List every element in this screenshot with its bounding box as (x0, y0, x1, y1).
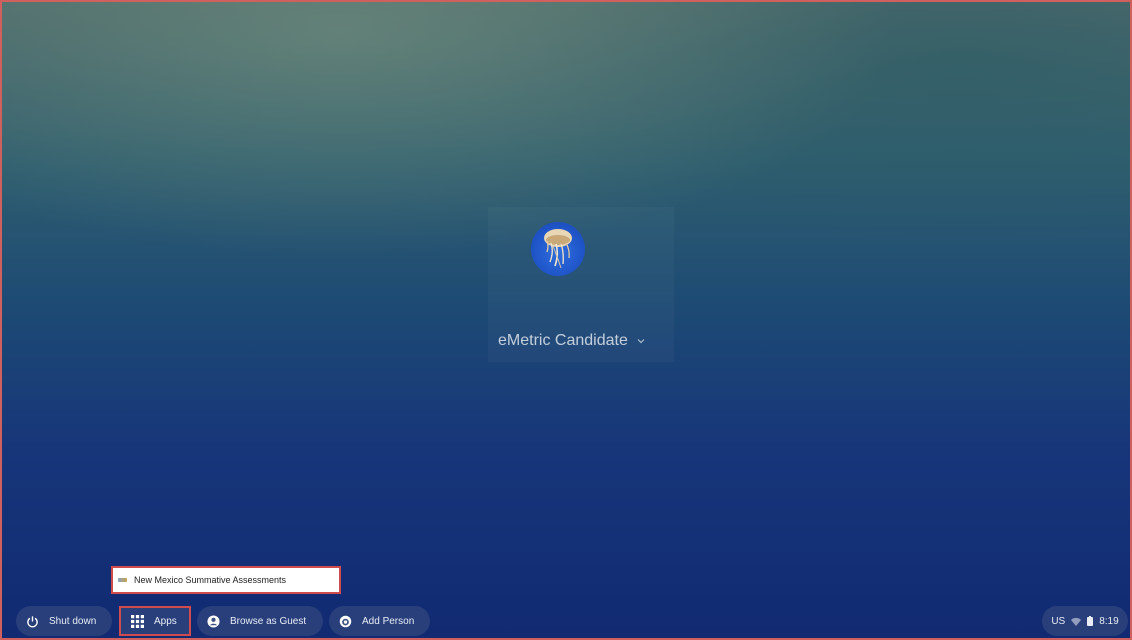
wifi-icon (1071, 617, 1082, 626)
login-screen: eMetric Candidate New Mexico Summative A… (0, 0, 1132, 640)
browse-as-guest-button[interactable]: Browse as Guest (197, 606, 323, 636)
apps-label: Apps (154, 615, 177, 627)
apps-menu-item-nm-assessments[interactable]: New Mexico Summative Assessments (134, 575, 286, 585)
assessment-app-icon (118, 578, 127, 582)
battery-icon (1087, 616, 1094, 626)
user-avatar[interactable] (531, 222, 585, 276)
chevron-down-icon[interactable] (637, 337, 645, 345)
status-tray[interactable]: US 8:19 (1042, 606, 1128, 636)
shutdown-label: Shut down (49, 615, 97, 627)
user-name-row[interactable]: eMetric Candidate (488, 330, 688, 352)
add-person-button[interactable]: Add Person (329, 606, 430, 636)
jellyfish-avatar-icon (544, 229, 572, 269)
keyboard-layout: US (1051, 615, 1066, 627)
add-person-icon (339, 615, 352, 627)
user-name: eMetric Candidate (498, 332, 628, 349)
apps-menu: New Mexico Summative Assessments (111, 566, 341, 594)
add-person-label: Add Person (362, 615, 415, 627)
shutdown-button[interactable]: Shut down (16, 606, 112, 636)
apps-grid-icon (131, 614, 144, 628)
apps-button[interactable]: Apps (119, 606, 191, 636)
power-icon (27, 615, 38, 627)
clock-time: 8:19 (1099, 615, 1119, 627)
browse-as-guest-label: Browse as Guest (230, 615, 307, 627)
account-circle-icon (207, 614, 220, 628)
